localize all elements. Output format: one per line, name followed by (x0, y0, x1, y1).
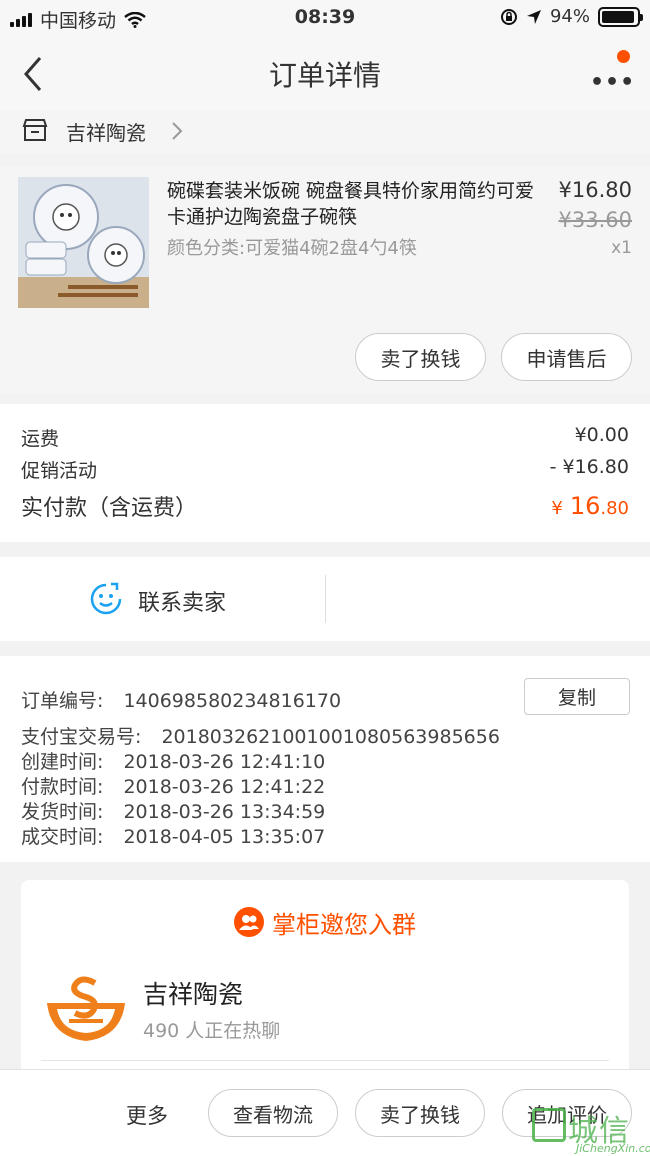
status-right: 94% (500, 6, 643, 27)
paid-row: 实付款（含运费） ¥ 16.80 (21, 490, 629, 522)
paid-time-label: 付款时间: (21, 776, 104, 798)
contact-seller-button[interactable]: 联系卖家 (0, 557, 326, 641)
rotation-lock-icon (500, 8, 517, 25)
order-info: 订单编号: 140698580234816170 复制 支付宝交易号: 2018… (0, 656, 650, 862)
watermark-url: JiChengXin.com (576, 1142, 650, 1155)
order-number-row: 订单编号: 140698580234816170 (21, 686, 341, 713)
view-logistics-button[interactable]: 查看物流 (208, 1089, 338, 1137)
battery-percent: 94% (549, 6, 590, 27)
status-bar: 中国移动 08:39 94% (0, 0, 650, 36)
product-quantity: x1 (611, 238, 632, 258)
shipped-label: 发货时间: (21, 801, 104, 823)
promo-row: 促销活动 - ¥16.80 (21, 456, 629, 483)
group-divider (41, 1060, 609, 1061)
nav-bar: 订单详情 ••• (0, 36, 650, 110)
order-item: 碗碟套装米饭碗 碗盘餐具特价家用简约可爱卡通护边陶瓷盘子碗筷 颜色分类:可爱猫4… (0, 166, 650, 394)
shipping-row: 运费 ¥0.00 (21, 424, 629, 451)
shipped-row: 发货时间: 2018-03-26 13:34:59 (21, 797, 325, 824)
alipay-row: 支付宝交易号: 2018032621001001080563985656 (21, 722, 500, 749)
group-invite-header: 掌柜邀您入群 (21, 905, 629, 940)
contact-seller-label: 联系卖家 (138, 591, 227, 616)
paid-decimal: .80 (600, 498, 629, 519)
battery-icon (598, 6, 643, 27)
group-invite-section: 掌柜邀您入群 吉祥陶瓷 490 人正在热聊 (0, 877, 650, 1080)
sell-button[interactable]: 卖了换钱 (355, 333, 486, 381)
group-invite-title: 掌柜邀您入群 (272, 911, 416, 939)
paid-currency: ¥ (551, 498, 563, 519)
notification-badge (617, 50, 630, 63)
more-dots-icon: ••• (590, 70, 636, 95)
product-price: ¥16.80 (558, 178, 632, 202)
completed-row: 成交时间: 2018-04-05 13:35:07 (21, 822, 325, 849)
product-original-price: ¥33.60 (558, 208, 632, 232)
fee-summary: 运费 ¥0.00 促销活动 - ¥16.80 实付款（含运费） ¥ 16.80 (0, 404, 650, 542)
paid-value: ¥ 16.80 (551, 492, 629, 520)
location-icon (526, 9, 541, 24)
created-row: 创建时间: 2018-03-26 12:41:10 (21, 747, 325, 774)
promo-value: - ¥16.80 (549, 456, 629, 478)
watermark: 城信 JiChengXin.com (532, 1104, 650, 1156)
paid-label: 实付款（含运费） (21, 496, 198, 521)
shop-name: 吉祥陶瓷 (66, 121, 146, 145)
group-member-count: 490 人正在热聊 (143, 1020, 281, 1042)
order-number-value: 140698580234816170 (123, 690, 342, 712)
group-icon (234, 907, 264, 937)
completed-value: 2018-04-05 13:35:07 (123, 826, 326, 848)
page-title: 订单详情 (268, 59, 381, 92)
shop-icon (22, 119, 48, 141)
more-actions-button[interactable]: 更多 (126, 1100, 168, 1130)
sell-again-button[interactable]: 卖了换钱 (355, 1089, 485, 1137)
watermark-logo-icon (532, 1108, 566, 1142)
paid-time-value: 2018-03-26 12:41:22 (123, 776, 326, 798)
product-name[interactable]: 碗碟套装米饭碗 碗盘餐具特价家用简约可爱卡通护边陶瓷盘子碗筷 (167, 178, 537, 230)
after-sale-button[interactable]: 申请售后 (501, 333, 632, 381)
contact-section: 联系卖家 (0, 557, 650, 641)
shop-logo (47, 976, 125, 1041)
shipping-label: 运费 (21, 428, 60, 450)
product-thumbnail[interactable] (18, 177, 149, 308)
alipay-label: 支付宝交易号: (21, 726, 142, 748)
shipping-value: ¥0.00 (574, 424, 629, 446)
copy-button[interactable]: 复制 (524, 678, 630, 715)
paid-time-row: 付款时间: 2018-03-26 12:41:22 (21, 772, 325, 799)
created-value: 2018-03-26 12:41:10 (123, 751, 326, 773)
chat-face-icon (90, 582, 122, 615)
promo-label: 促销活动 (21, 460, 98, 482)
shop-row[interactable]: 吉祥陶瓷 (0, 110, 650, 154)
paid-integer: 16 (569, 492, 601, 520)
product-spec: 颜色分类:可爱猫4碗2盘4勺4筷 (167, 238, 417, 259)
completed-label: 成交时间: (21, 826, 104, 848)
group-invite-card[interactable]: 掌柜邀您入群 吉祥陶瓷 490 人正在热聊 (21, 880, 629, 1080)
alipay-value: 2018032621001001080563985656 (161, 726, 500, 748)
order-number-label: 订单编号: (21, 690, 104, 712)
chevron-right-icon (172, 122, 183, 140)
product-image (18, 177, 149, 308)
created-label: 创建时间: (21, 751, 104, 773)
more-menu-button[interactable]: ••• (586, 50, 634, 95)
group-name: 吉祥陶瓷 (143, 980, 244, 1009)
contact-divider (325, 575, 326, 623)
shipped-value: 2018-03-26 13:34:59 (123, 801, 326, 823)
